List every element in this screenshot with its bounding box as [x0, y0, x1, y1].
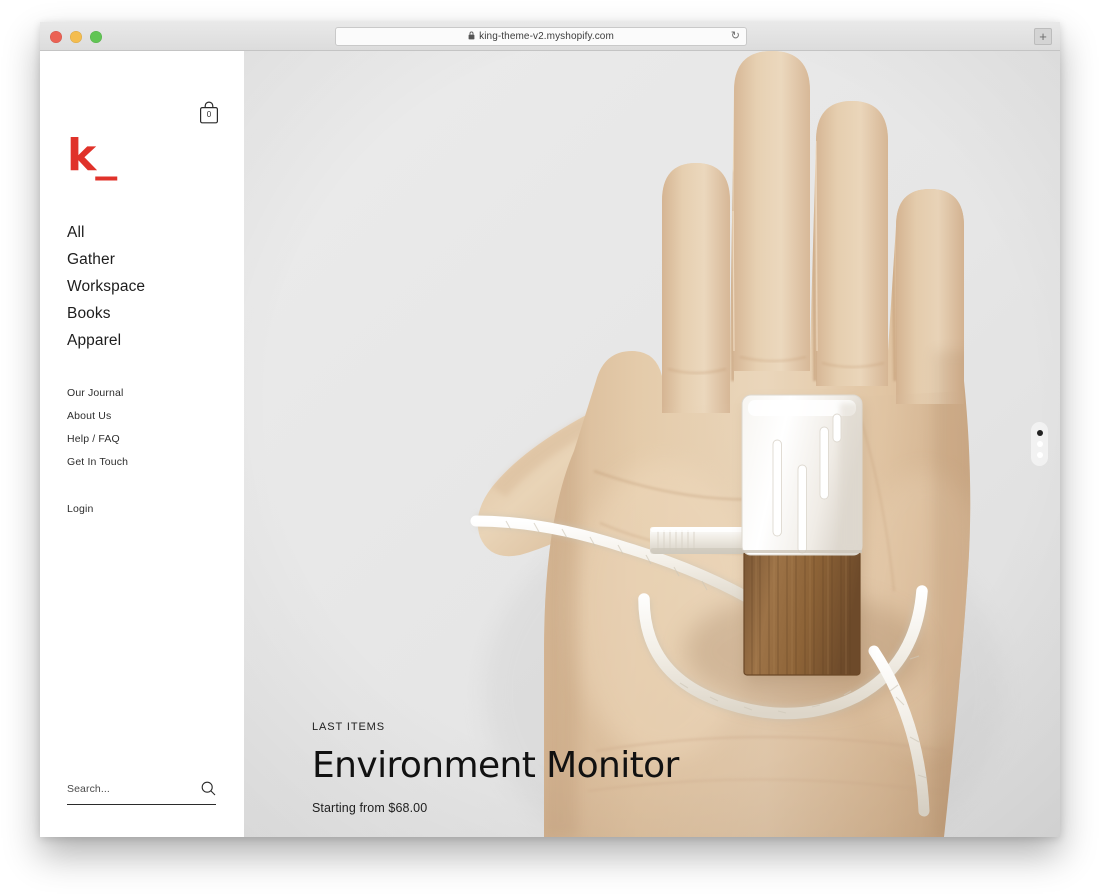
cart-button[interactable]: 0: [199, 101, 219, 124]
maximize-window-button[interactable]: [90, 31, 102, 43]
slider-dot-1[interactable]: [1037, 430, 1043, 436]
hero-caption: LAST ITEMS Environment Monitor Starting …: [312, 721, 679, 815]
lock-icon: [468, 31, 475, 42]
site-logo[interactable]: k_: [67, 134, 116, 178]
browser-window: king-theme-v2.myshopify.com ↻ + 0 k_ All…: [40, 22, 1060, 837]
new-tab-button[interactable]: +: [1034, 28, 1052, 45]
hero-price: Starting from $68.00: [312, 801, 679, 815]
address-bar[interactable]: king-theme-v2.myshopify.com ↻: [335, 27, 747, 46]
nav-item-get-in-touch[interactable]: Get In Touch: [67, 451, 128, 474]
nav-item-our-journal[interactable]: Our Journal: [67, 382, 128, 405]
search-field[interactable]: [67, 781, 216, 805]
slider-dot-2[interactable]: [1037, 441, 1043, 447]
nav-item-about-us[interactable]: About Us: [67, 405, 128, 428]
minimize-window-button[interactable]: [70, 31, 82, 43]
search-input[interactable]: [67, 783, 177, 795]
window-controls: [50, 31, 102, 43]
hero-title[interactable]: Environment Monitor: [312, 747, 679, 785]
slider-dot-3[interactable]: [1037, 452, 1043, 458]
account-navigation: Login: [67, 501, 93, 517]
nav-item-help-faq[interactable]: Help / FAQ: [67, 428, 128, 451]
page-viewport: 0 k_ All Gather Workspace Books Apparel …: [40, 51, 1060, 837]
hero-slide: LAST ITEMS Environment Monitor Starting …: [244, 51, 1060, 837]
nav-item-apparel[interactable]: Apparel: [67, 327, 145, 354]
browser-titlebar: king-theme-v2.myshopify.com ↻ +: [40, 22, 1060, 51]
close-window-button[interactable]: [50, 31, 62, 43]
hero-slider-pagination[interactable]: [1031, 422, 1048, 466]
reload-icon[interactable]: ↻: [731, 31, 740, 42]
address-bar-url: king-theme-v2.myshopify.com: [479, 31, 614, 42]
nav-item-login[interactable]: Login: [67, 501, 93, 517]
hero-eyebrow: LAST ITEMS: [312, 721, 679, 733]
search-icon[interactable]: [201, 781, 216, 796]
sidebar: 0 k_ All Gather Workspace Books Apparel …: [40, 51, 244, 837]
nav-item-all[interactable]: All: [67, 219, 145, 246]
hero-product-photo: [244, 51, 1060, 837]
nav-item-gather[interactable]: Gather: [67, 246, 145, 273]
nav-item-workspace[interactable]: Workspace: [67, 273, 145, 300]
cart-count: 0: [199, 110, 219, 119]
nav-item-books[interactable]: Books: [67, 300, 145, 327]
secondary-navigation: Our Journal About Us Help / FAQ Get In T…: [67, 382, 128, 474]
primary-navigation: All Gather Workspace Books Apparel: [67, 219, 145, 354]
